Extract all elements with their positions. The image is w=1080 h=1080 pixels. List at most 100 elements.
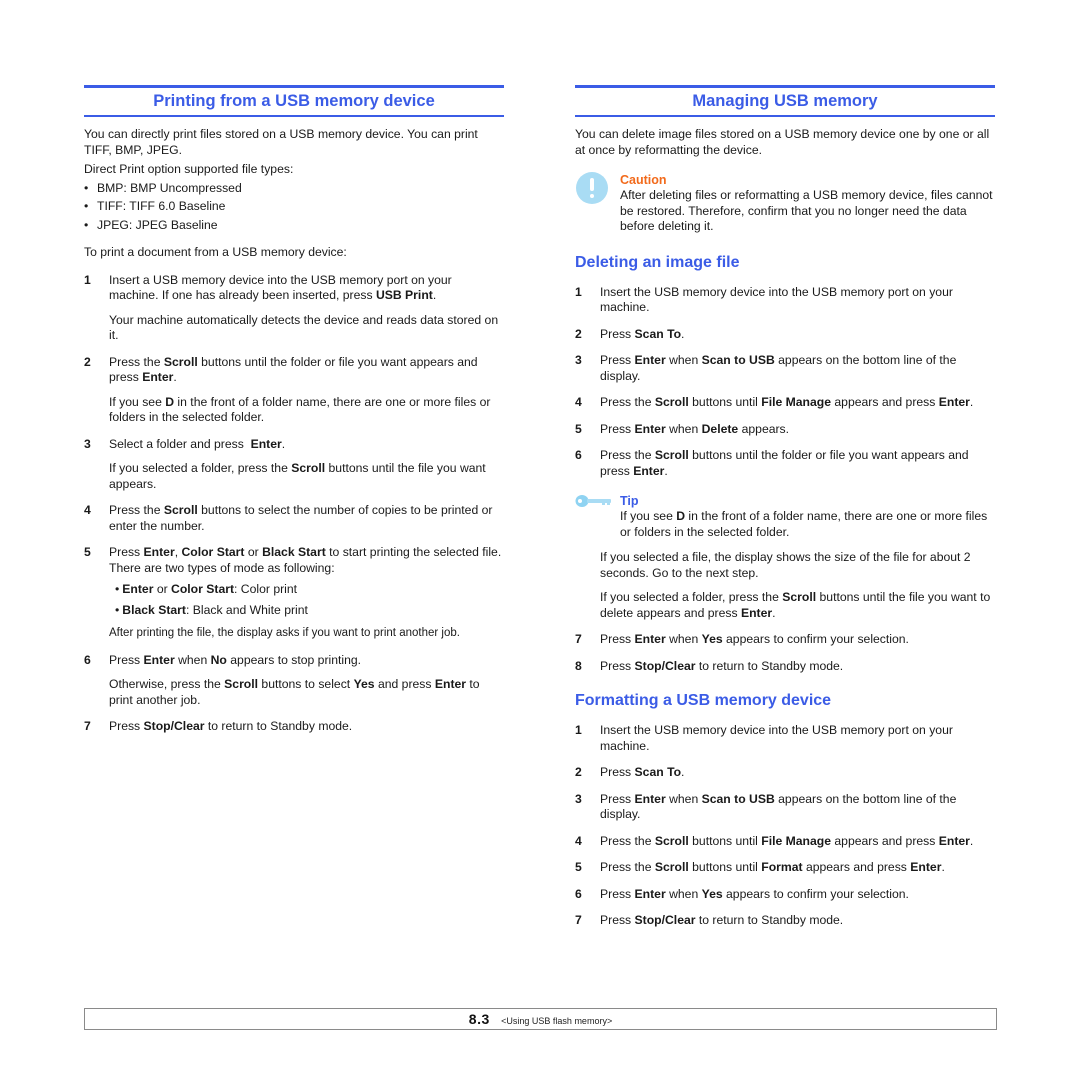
bold-term: Enter <box>633 463 665 478</box>
step-number: 6 <box>575 886 582 901</box>
step-6: 6 Press Enter when No appears to stop pr… <box>84 653 504 709</box>
step-7: 7 Press Stop/Clear to return to Standby … <box>575 913 995 929</box>
text: Press <box>600 658 635 673</box>
filetypes-label: Direct Print option supported file types… <box>84 162 294 176</box>
bold-term: Enter <box>634 632 666 646</box>
step-text: Press Enter, Color Start or Black Start … <box>109 545 504 561</box>
bold-term: Enter <box>634 353 666 367</box>
step-text: Press Scan To. <box>600 765 995 781</box>
bold-term: D <box>676 509 686 523</box>
bold-term: Enter <box>634 886 666 901</box>
step-number: 3 <box>84 436 91 451</box>
text: Press <box>109 719 144 733</box>
step-4: 4 Press the Scroll buttons until File Ma… <box>575 834 995 850</box>
text: appears and press <box>802 860 911 874</box>
bold-term: File Manage <box>761 833 832 848</box>
bold-term: Stop/Clear <box>634 658 696 673</box>
step-text: Insert the USB memory device into the US… <box>600 723 953 753</box>
bold-term: D <box>165 394 175 409</box>
text: Otherwise, press the <box>109 677 225 691</box>
step-8: 8 Press Stop/Clear to return to Standby … <box>575 659 995 675</box>
step-text: Press the Scroll buttons until the folde… <box>109 355 504 386</box>
text: Press the <box>600 448 655 462</box>
step-number: 6 <box>84 652 91 667</box>
step-note: If you selected a folder, press the Scro… <box>600 590 995 621</box>
bold-term: Color Start <box>171 582 235 596</box>
text: Press the <box>109 354 164 369</box>
text: to start printing the selected file. <box>325 545 502 559</box>
bold-term: Enter <box>634 791 666 806</box>
text: or <box>153 582 172 596</box>
bold-term: Scan To <box>634 765 682 779</box>
step-number: 5 <box>575 860 582 874</box>
step-text: Press the Scroll buttons to select the n… <box>109 503 504 534</box>
text: Press <box>600 353 635 367</box>
bold-term: Yes <box>701 886 723 901</box>
text: Press <box>600 326 635 341</box>
text: If you selected a folder, press the <box>109 461 292 475</box>
key-icon <box>575 495 611 507</box>
text: buttons until <box>688 860 762 874</box>
step-5: 5 Press Enter when Delete appears. <box>575 422 995 438</box>
text: . <box>681 326 685 341</box>
step-2: 2 Press Scan To. <box>575 327 995 343</box>
step-number: 1 <box>575 723 582 737</box>
step-3: 3 Select a folder and press Enter. If yo… <box>84 437 504 493</box>
step-text: Insert a USB memory device into the USB … <box>109 273 504 304</box>
step-number: 4 <box>84 503 91 517</box>
step-3: 3 Press Enter when Scan to USB appears o… <box>575 792 995 823</box>
text: appears and press <box>831 395 939 409</box>
step-7: 7 Press Stop/Clear to return to Standby … <box>84 719 504 735</box>
lead-paragraph: To print a document from a USB memory de… <box>84 245 347 259</box>
text: Press the <box>600 833 655 848</box>
step-text: Insert the USB memory device into the US… <box>600 284 953 315</box>
subheading-formatting: Formatting a USB memory device <box>575 692 832 709</box>
text: Press <box>109 545 144 559</box>
step-text: Press the Scroll buttons until Format ap… <box>600 860 995 876</box>
step-7: 7 Press Enter when Yes appears to confir… <box>575 632 995 648</box>
step-text: Press Enter when Delete appears. <box>600 422 995 438</box>
mode-intro: There are two types of mode as following… <box>109 560 335 575</box>
text: If you see <box>109 394 166 409</box>
text: or <box>244 545 263 559</box>
step-5: 5 Press Enter, Color Start or Black Star… <box>84 545 504 642</box>
step-number: 7 <box>575 632 582 646</box>
text: If you see <box>620 509 677 523</box>
bold-term: Enter <box>122 582 154 596</box>
text: when <box>665 632 702 646</box>
text: Press the <box>600 395 655 409</box>
text: when <box>665 886 702 901</box>
bold-term: Enter <box>938 395 970 409</box>
tip-title: Tip <box>620 494 639 508</box>
bold-term: Scan To <box>634 326 682 341</box>
bold-term: Delete <box>701 421 739 436</box>
mode-list: Enter or Color Start: Color print Black … <box>109 582 504 623</box>
step-number: 2 <box>575 765 582 779</box>
text: . <box>941 860 945 874</box>
text: appears to stop printing. <box>226 652 362 667</box>
filetype-item: JPEG: JPEG Baseline <box>84 218 504 237</box>
bold-term: Black Start <box>262 545 326 559</box>
text: If you selected a folder, press the <box>600 590 783 604</box>
bold-term: Scroll <box>654 860 689 874</box>
filetype-list: BMP: BMP Uncompressed TIFF: TIFF 6.0 Bas… <box>84 181 504 237</box>
text: to return to Standby mode. <box>204 719 353 733</box>
text: Press <box>600 791 635 806</box>
text: buttons to select <box>258 677 354 691</box>
step-number: 5 <box>575 421 582 436</box>
bold-term: Scroll <box>224 677 259 691</box>
step-4: 4 Press the Scroll buttons until File Ma… <box>575 395 995 411</box>
step-6: 6 Press Enter when Yes appears to confir… <box>575 887 995 903</box>
step-number: 8 <box>575 658 582 673</box>
caution-box: Caution After deleting files or reformat… <box>575 172 995 235</box>
bold-term: Enter <box>143 545 175 559</box>
bold-term: Scroll <box>291 461 326 475</box>
text: Press <box>600 632 635 646</box>
caution-text: After deleting files or reformatting a U… <box>620 188 993 233</box>
intro-paragraph: You can delete image files stored on a U… <box>575 127 990 157</box>
step-number: 4 <box>575 833 582 848</box>
text: Select a folder and press <box>109 436 251 451</box>
text: when <box>665 421 702 436</box>
text: : Black and White print <box>185 602 308 617</box>
step-4: 4 Press the Scroll buttons to select the… <box>84 503 504 534</box>
